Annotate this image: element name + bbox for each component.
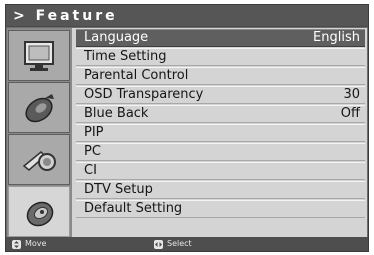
category-channel[interactable]	[8, 134, 70, 185]
menu-item-label: PC	[84, 144, 101, 159]
menu-item-label: CI	[84, 163, 97, 178]
feature-icon	[26, 201, 54, 227]
menu-item-label: PIP	[84, 125, 104, 140]
menu-item-value: 30	[343, 87, 360, 102]
menu-item-value: Off	[340, 106, 360, 121]
menu-item-label: Default Setting	[84, 201, 183, 216]
key-hint-bar: Move Select	[6, 237, 368, 251]
menu-item-label: Blue Back	[84, 106, 149, 121]
menu-item-osd-transparency[interactable]: OSD Transparency 30	[76, 86, 365, 104]
leftright-key-icon	[154, 239, 163, 249]
feature-menu-list: Language English Time Setting Parental C…	[76, 28, 365, 237]
osd-menu: > Feature Language English Time Setting …	[5, 4, 369, 252]
menu-item-label: DTV Setup	[84, 182, 153, 197]
picture-icon	[24, 41, 54, 71]
menu-item-default-setting[interactable]: Default Setting	[76, 200, 365, 218]
menu-item-time-setting[interactable]: Time Setting	[76, 48, 365, 66]
menu-item-parental-control[interactable]: Parental Control	[76, 67, 365, 85]
menu-item-language[interactable]: Language English	[76, 29, 365, 47]
select-hint: Select	[154, 237, 192, 251]
category-picture[interactable]	[8, 30, 70, 81]
menu-body: Language English Time Setting Parental C…	[7, 28, 367, 237]
move-hint-label: Move	[25, 239, 47, 248]
menu-item-label: Parental Control	[84, 68, 189, 83]
menu-item-dtv-setup[interactable]: DTV Setup	[76, 181, 365, 199]
menu-item-pip[interactable]: PIP	[76, 124, 365, 142]
menu-item-blue-back[interactable]: Blue Back Off	[76, 105, 365, 123]
menu-item-label: Language	[84, 30, 149, 45]
updown-key-icon	[12, 239, 21, 249]
menu-item-value: English	[313, 30, 360, 45]
sound-icon	[25, 94, 54, 123]
menu-item-label: Time Setting	[84, 49, 167, 64]
menu-title: > Feature	[6, 5, 368, 27]
move-hint: Move	[12, 237, 46, 251]
menu-item-pc[interactable]: PC	[76, 143, 365, 161]
category-sidebar	[7, 28, 72, 237]
menu-item-ci[interactable]: CI	[76, 162, 365, 180]
category-sound[interactable]	[8, 82, 70, 133]
channel-icon	[22, 150, 56, 171]
category-feature[interactable]	[8, 186, 70, 237]
menu-item-label: OSD Transparency	[84, 87, 204, 102]
select-hint-label: Select	[167, 239, 192, 248]
